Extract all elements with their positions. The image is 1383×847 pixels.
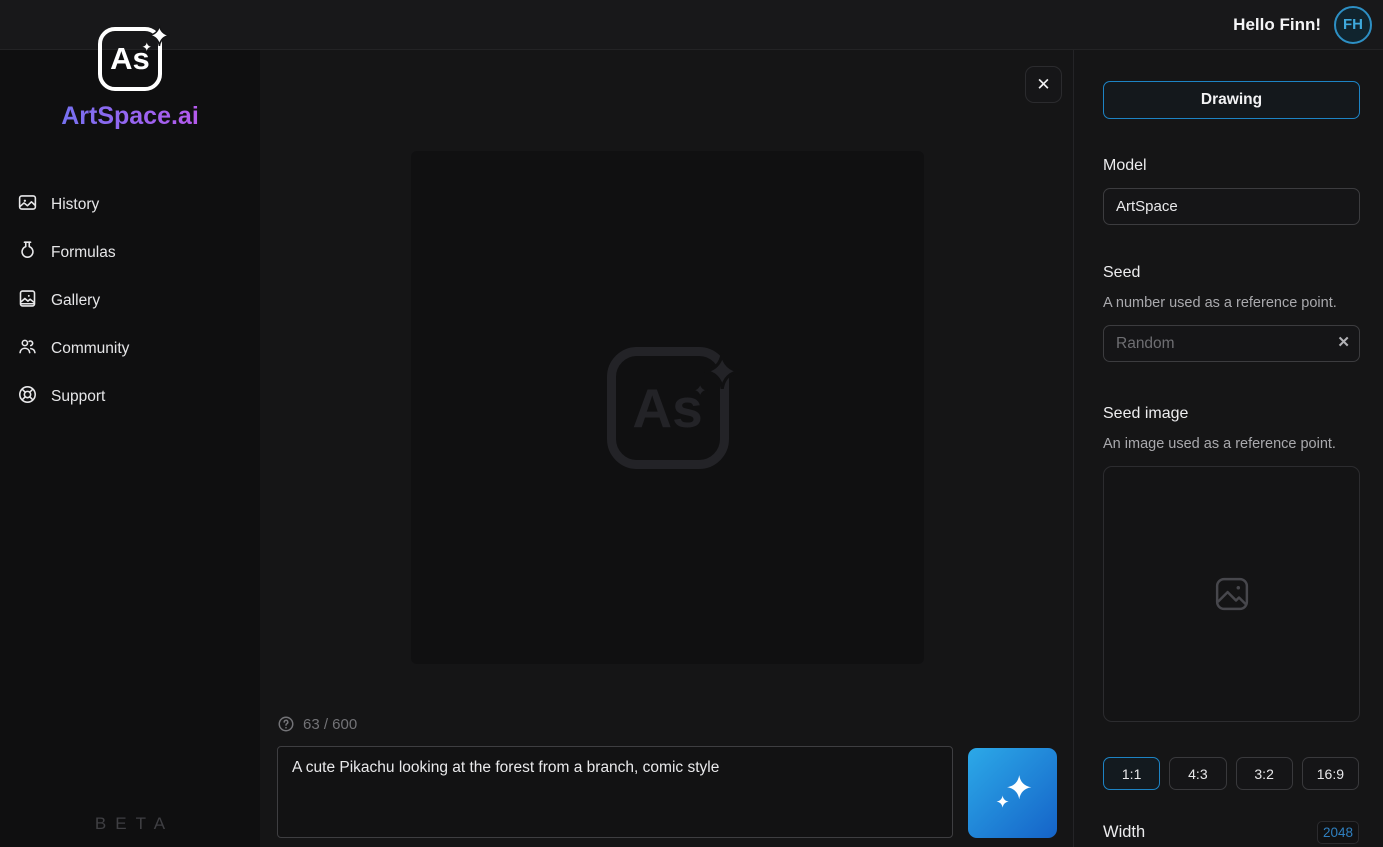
seed-image-dropzone[interactable] (1103, 466, 1360, 722)
sidebar-item-label: Formulas (51, 244, 116, 262)
model-selected-value: ArtSpace (1116, 198, 1178, 215)
sidebar-item-label: Gallery (51, 292, 100, 310)
sidebar-item-gallery[interactable]: Gallery (0, 277, 260, 325)
brand-name: ArtSpace.ai (0, 102, 260, 131)
sidebar-item-label: Support (51, 388, 105, 406)
width-value[interactable]: 2048 (1317, 821, 1359, 844)
artspace-app: Hello Finn! FH History Formulas Gallery … (0, 0, 1383, 847)
mode-drawing-button[interactable]: Drawing (1103, 81, 1360, 119)
clear-seed-icon[interactable]: ✕ (1337, 333, 1350, 353)
sidebar-item-formulas[interactable]: Formulas (0, 229, 260, 277)
user-avatar[interactable]: FH (1334, 6, 1372, 44)
sidebar-nav: History Formulas Gallery Community Suppo… (0, 181, 260, 421)
seed-image-description: An image used as a reference point. (1103, 436, 1359, 452)
generate-button[interactable] (968, 748, 1057, 838)
width-label: Width (1103, 823, 1145, 842)
model-label: Model (1103, 157, 1359, 175)
model-select[interactable]: ArtSpace (1103, 188, 1360, 225)
prompt-counter-row: 63 / 600 (277, 715, 357, 733)
close-button[interactable]: ✕ (1025, 66, 1062, 103)
aspect-1-1-button[interactable]: 1:1 (1103, 757, 1160, 790)
width-row: Width 2048 (1103, 821, 1359, 844)
people-icon (17, 336, 38, 362)
sidebar-item-label: Community (51, 340, 129, 358)
sparkles-icon (990, 770, 1036, 816)
seed-input-wrap: ✕ (1103, 325, 1360, 362)
sidebar-item-support[interactable]: Support (0, 373, 260, 421)
brand-logo[interactable]: As ArtSpace.ai (0, 27, 260, 131)
flask-icon (17, 240, 38, 266)
char-counter: 63 / 600 (303, 716, 357, 733)
prompt-input[interactable]: A cute Pikachu looking at the forest fro… (277, 746, 953, 838)
settings-panel: Drawing Model ArtSpace Seed A number use… (1073, 50, 1383, 847)
close-icon: ✕ (1036, 75, 1050, 95)
aspect-4-3-button[interactable]: 4:3 (1169, 757, 1226, 790)
seed-input[interactable] (1103, 325, 1360, 362)
sparkle-icon (690, 338, 742, 442)
sidebar: History Formulas Gallery Community Suppo… (0, 50, 260, 847)
beta-badge: BETA (0, 814, 260, 834)
sparkle-icon (141, 20, 171, 76)
greeting-text: Hello Finn! (1233, 15, 1321, 35)
seed-image-label: Seed image (1103, 405, 1359, 423)
generation-canvas: As (411, 151, 924, 664)
photo-icon (17, 192, 38, 218)
seed-label: Seed (1103, 264, 1359, 282)
help-icon[interactable] (277, 715, 295, 733)
sidebar-item-label: History (51, 196, 99, 214)
lifebuoy-icon (17, 384, 38, 410)
logo-monogram: As (98, 27, 162, 91)
aspect-16-9-button[interactable]: 16:9 (1302, 757, 1359, 790)
aspect-ratio-group: 1:1 4:3 3:2 16:9 (1103, 757, 1359, 790)
image-placeholder-icon (1211, 573, 1253, 615)
canvas-watermark-logo: As (607, 347, 729, 469)
sidebar-item-history[interactable]: History (0, 181, 260, 229)
gallery-book-icon (17, 288, 38, 314)
aspect-3-2-button[interactable]: 3:2 (1236, 757, 1293, 790)
sidebar-item-community[interactable]: Community (0, 325, 260, 373)
seed-description: A number used as a reference point. (1103, 295, 1359, 311)
